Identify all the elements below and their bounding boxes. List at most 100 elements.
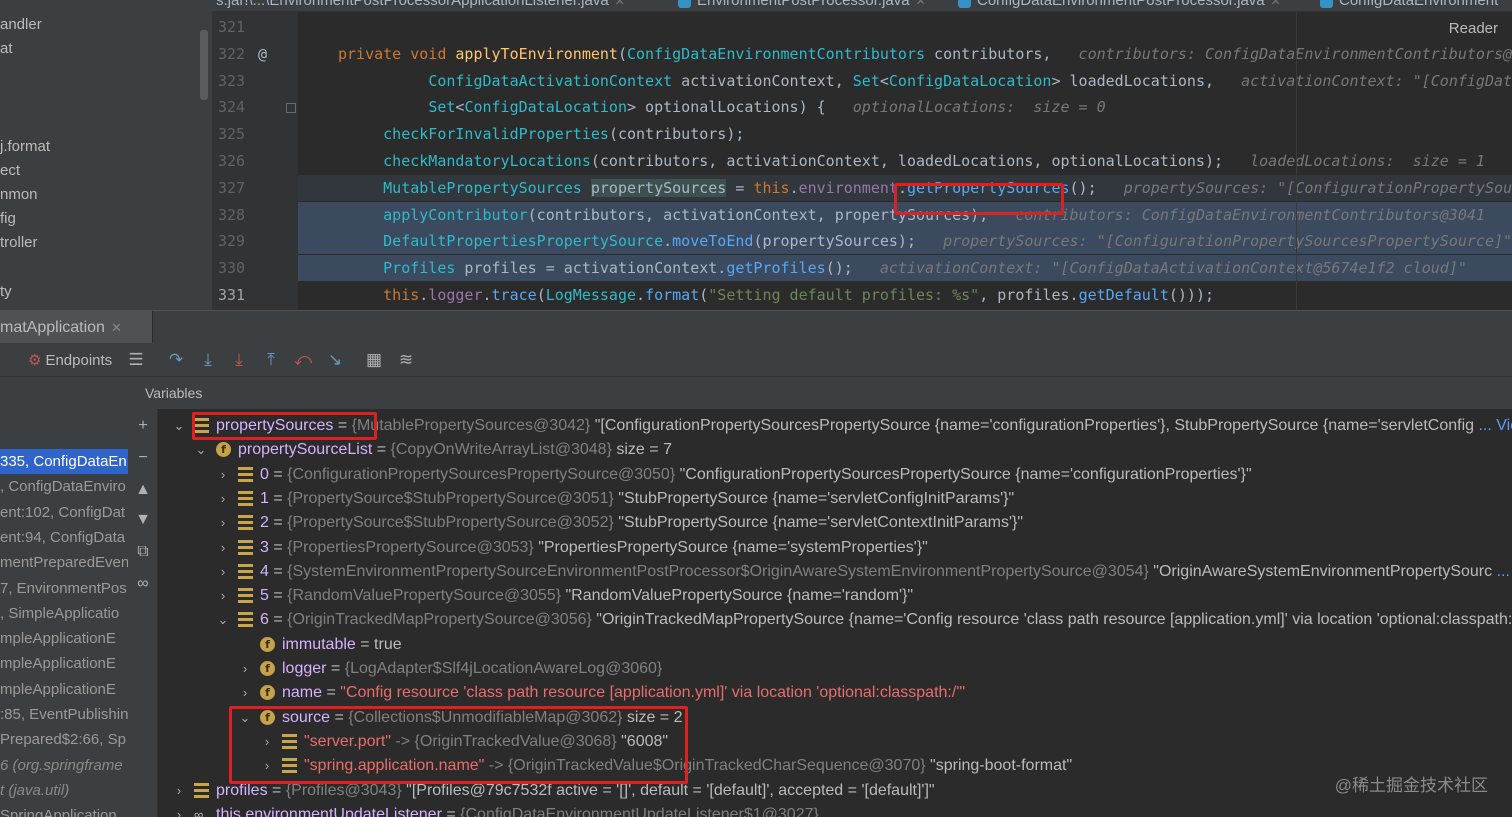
chevron-right-icon[interactable]: ›	[216, 560, 230, 584]
chevron-right-icon[interactable]: ›	[238, 681, 252, 705]
move-down-icon[interactable]: ▼	[132, 509, 154, 531]
run-to-cursor-icon[interactable]: ↘	[323, 348, 347, 372]
code-line[interactable]: checkMandatoryLocations(contributors, ac…	[298, 148, 1512, 174]
line-number[interactable]: 327	[218, 175, 245, 201]
chevron-right-icon[interactable]: ›	[216, 487, 230, 511]
code-line[interactable]: this.logger.trace(LogMessage.format("Set…	[298, 282, 1512, 308]
variable-row[interactable]: › f logger = {LogAdapter$Slf4jLocationAwar…	[158, 657, 1512, 681]
chevron-right-icon[interactable]: ›	[238, 657, 252, 681]
evaluate-expression-icon[interactable]: ▦	[362, 348, 386, 372]
override-marker-icon[interactable]: @	[258, 41, 267, 67]
stack-frame[interactable]: , ConfigDataEnviro	[0, 474, 128, 499]
step-over-icon[interactable]: ↷	[164, 348, 188, 372]
code-line[interactable]: Set<ConfigDataLocation> optionalLocation…	[298, 94, 1512, 120]
reader-mode-toggle[interactable]: Reader	[1444, 20, 1502, 37]
remove-watch-icon[interactable]: −	[132, 447, 154, 469]
variable-row[interactable]: › ∞ this.environmentUpdateListener = {Conf…	[158, 803, 1512, 817]
line-number[interactable]: 322	[218, 41, 245, 67]
run-config-tab[interactable]: matApplication ✕	[0, 311, 153, 344]
copy-icon[interactable]: ⧉	[132, 541, 154, 563]
chevron-right-icon[interactable]: ›	[216, 536, 230, 560]
stack-frame[interactable]: mpleApplicationE	[0, 626, 128, 651]
code-line[interactable]	[298, 14, 1512, 40]
line-number[interactable]: 329	[218, 228, 245, 254]
variable-row[interactable]: › 0 = {ConfigurationPropertySourcesProper…	[158, 463, 1512, 487]
endpoints-tab[interactable]: ⚙ Endpoints	[28, 351, 112, 369]
line-number[interactable]: 325	[218, 121, 245, 147]
code-editor[interactable]: private void applyToEnvironment(ConfigDa…	[298, 12, 1512, 310]
close-icon[interactable]: ✕	[111, 320, 122, 335]
close-icon[interactable]: ✕	[1271, 0, 1281, 8]
project-tree-item[interactable]: ty	[0, 281, 12, 303]
fold-marker-icon[interactable]	[286, 103, 296, 113]
trace-stream-icon[interactable]: ≋	[394, 348, 418, 372]
stack-frame[interactable]: :85, EventPublishin	[0, 702, 128, 727]
stack-frame[interactable]: 335, ConfigDataEn	[0, 449, 128, 474]
variable-row[interactable]: f immutable = true	[158, 633, 1512, 657]
editor-tab-2[interactable]: ConfigDataEnvironmentPostProcessor.java ✕	[958, 0, 1281, 11]
stack-frame[interactable]: ent:102, ConfigDat	[0, 500, 128, 525]
code-line[interactable]: checkForInvalidProperties(contributors);	[298, 121, 1512, 147]
variable-row[interactable]: › 3 = {PropertiesPropertySource@3053} "Pr…	[158, 536, 1512, 560]
stack-frame[interactable]: mentPreparedEven	[0, 550, 128, 575]
force-step-into-icon[interactable]: ⤓	[227, 348, 251, 372]
close-icon[interactable]: ✕	[615, 0, 625, 8]
project-tree-item[interactable]: andler	[0, 14, 42, 36]
chevron-down-icon[interactable]: ⌄	[172, 414, 186, 438]
glasses-icon[interactable]: ∞	[132, 573, 154, 595]
stack-frame[interactable]: mpleApplicationE	[0, 677, 128, 702]
line-number[interactable]: 331	[218, 282, 245, 308]
project-tree-scrollbar[interactable]	[200, 30, 208, 100]
close-icon[interactable]: ✕	[916, 0, 926, 8]
chevron-right-icon[interactable]: ›	[216, 584, 230, 608]
move-up-icon[interactable]: ▲	[132, 479, 154, 501]
stack-frame[interactable]: SpringApplication	[0, 803, 128, 817]
variable-row[interactable]: ⌄ f propertySourceList = {CopyOnWriteArray…	[158, 438, 1512, 462]
stack-frame[interactable]: ent:94, ConfigData	[0, 525, 128, 550]
variable-row[interactable]: › f name = "Config resource 'class path re…	[158, 681, 1512, 705]
chevron-right-icon[interactable]: ›	[216, 511, 230, 535]
chevron-right-icon[interactable]: ›	[172, 803, 186, 817]
code-line[interactable]: DefaultPropertiesPropertySource.moveToEn…	[298, 228, 1512, 255]
line-number[interactable]: 330	[218, 255, 245, 281]
chevron-right-icon[interactable]: ›	[216, 463, 230, 487]
code-line[interactable]: ConfigDataActivationContext activationCo…	[298, 68, 1512, 94]
editor-tab-1[interactable]: EnvironmentPostProcessor.java ✕	[678, 0, 926, 11]
variable-row[interactable]: › 2 = {PropertySource$StubPropertySource@…	[158, 511, 1512, 535]
line-number[interactable]: 324	[218, 94, 245, 120]
chevron-down-icon[interactable]: ⌄	[194, 438, 208, 462]
stack-frame[interactable]: mpleApplicationE	[0, 651, 128, 676]
stack-frame[interactable]: 6 (org.springframe	[0, 753, 128, 778]
chevron-right-icon[interactable]: ›	[172, 779, 186, 803]
project-tree-item[interactable]: ect	[0, 160, 20, 182]
project-tree-item[interactable]: at	[0, 38, 13, 60]
project-tree-item[interactable]: fig	[0, 208, 16, 230]
stack-frame[interactable]: Prepared$2:66, Sp	[0, 727, 128, 752]
code-line[interactable]: private void applyToEnvironment(ConfigDa…	[298, 41, 1512, 67]
variable-row[interactable]: ⌄ 6 = {OriginTrackedMapPropertySource@305…	[158, 608, 1512, 632]
stack-frame[interactable]: t (java.util)	[0, 778, 128, 803]
project-tree-item[interactable]: j.format	[0, 136, 50, 158]
drop-frame-icon[interactable]: ⤺	[291, 348, 315, 372]
view-link[interactable]: ... View	[1478, 417, 1512, 434]
layout-menu-icon[interactable]: ☰	[124, 348, 148, 372]
stack-frame[interactable]: , SimpleApplicatio	[0, 601, 128, 626]
variable-row[interactable]: › 5 = {RandomValuePropertySource@3055} "R…	[158, 584, 1512, 608]
editor-tab-0[interactable]: s.jar!\...\EnvironmentPostProcessorAppli…	[216, 0, 625, 11]
line-number[interactable]: 328	[218, 202, 245, 228]
variable-row[interactable]: › 4 = {SystemEnvironmentPropertySourceEnv…	[158, 560, 1512, 584]
step-into-icon[interactable]: ⤓	[196, 348, 220, 372]
line-number[interactable]: 323	[218, 68, 245, 94]
editor-tab-3[interactable]: ConfigDataEnvironment	[1320, 0, 1498, 11]
code-line[interactable]: Profiles profiles = activationContext.ge…	[298, 255, 1512, 282]
line-number[interactable]: 321	[218, 14, 245, 40]
project-tree-item[interactable]: troller	[0, 232, 38, 254]
add-watch-icon[interactable]: +	[132, 415, 154, 437]
variable-row[interactable]: › 1 = {PropertySource$StubPropertySource@…	[158, 487, 1512, 511]
stack-frame[interactable]: 7, EnvironmentPos	[0, 576, 128, 601]
project-tree-item[interactable]: nmon	[0, 184, 38, 206]
step-out-icon[interactable]: ⤒	[259, 348, 283, 372]
view-link[interactable]: ... View	[1497, 563, 1512, 580]
line-number[interactable]: 326	[218, 148, 245, 174]
chevron-down-icon[interactable]: ⌄	[216, 608, 230, 632]
